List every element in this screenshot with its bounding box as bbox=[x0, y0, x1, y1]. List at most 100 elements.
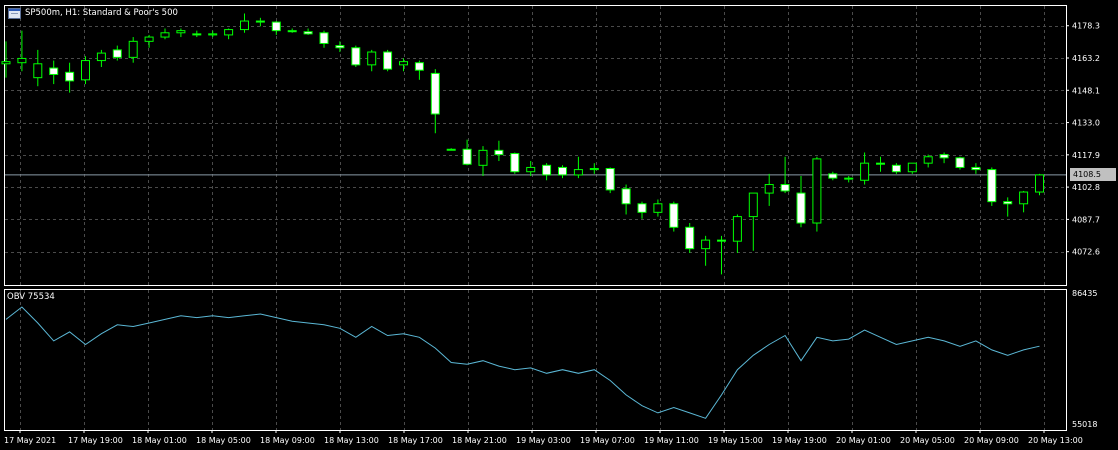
candle-body-bear bbox=[891, 164, 901, 173]
candle-body-bear bbox=[621, 188, 631, 205]
chart-canvas[interactable]: 4178.3 4163.2 4148.1 4133.0 4117.9 4102.8 4087… bbox=[0, 0, 1118, 450]
candle bbox=[224, 28, 234, 40]
candle-body-bear bbox=[955, 157, 965, 168]
time-tick-label: 18 May 17:00 bbox=[388, 436, 443, 445]
chart-grid bbox=[5, 6, 1066, 430]
candle-body-bull bbox=[96, 52, 106, 62]
candle bbox=[526, 161, 536, 176]
candle-body-bear bbox=[414, 62, 424, 71]
time-tick-label: 19 May 07:00 bbox=[580, 436, 635, 445]
candle-body-bull bbox=[33, 63, 43, 79]
candle-body-bull bbox=[812, 158, 822, 224]
candle bbox=[17, 30, 27, 72]
candle bbox=[49, 60, 59, 85]
candle bbox=[573, 156, 583, 179]
candlestick-series[interactable] bbox=[1, 13, 1044, 275]
candle-body-bear bbox=[1003, 201, 1013, 205]
time-tick-label: 18 May 21:00 bbox=[452, 436, 507, 445]
time-tick-label: 18 May 01:00 bbox=[132, 436, 187, 445]
candle bbox=[828, 171, 838, 181]
candle-body-bear bbox=[542, 164, 552, 176]
candle bbox=[558, 165, 567, 179]
candle bbox=[399, 58, 408, 72]
time-tick-label: 18 May 09:00 bbox=[260, 436, 315, 445]
candle bbox=[748, 192, 758, 251]
candle-body-bear bbox=[510, 153, 520, 173]
candle bbox=[939, 152, 949, 164]
time-tick-label: 20 May 05:00 bbox=[900, 436, 955, 445]
candle bbox=[891, 163, 901, 174]
candle-body-bull bbox=[589, 168, 599, 171]
candle-body-bull bbox=[748, 192, 758, 218]
candle-body-bull bbox=[399, 61, 408, 66]
obv-axis: 86435 55018 bbox=[1072, 289, 1097, 429]
candle bbox=[971, 163, 981, 174]
candle-body-bear bbox=[939, 154, 949, 159]
candle-body-bull bbox=[1, 61, 11, 65]
candle bbox=[907, 162, 917, 174]
candle bbox=[796, 175, 806, 228]
candle-body-bull bbox=[764, 184, 774, 194]
candle-body-bull bbox=[17, 57, 27, 64]
candle-body-bull bbox=[367, 51, 377, 66]
candle bbox=[701, 235, 711, 266]
obv-indicator-label: OBV 75534 bbox=[7, 292, 55, 302]
candle-body-bear bbox=[255, 20, 265, 23]
candle-body-bull bbox=[701, 239, 711, 250]
candle bbox=[812, 156, 822, 232]
candle-body-bull bbox=[128, 40, 138, 58]
time-tick-label: 18 May 13:00 bbox=[324, 436, 379, 445]
price-tick-label: 4178.3 bbox=[1072, 22, 1100, 31]
candle-body-bear bbox=[971, 166, 981, 171]
obv-series bbox=[5, 306, 1040, 419]
candle-body-bear bbox=[494, 149, 504, 156]
candle-body-bull bbox=[446, 148, 456, 151]
price-tick-label: 4148.1 bbox=[1072, 86, 1100, 95]
candle-body-bear bbox=[717, 239, 726, 242]
candle bbox=[732, 214, 742, 253]
chart-window-icon bbox=[8, 8, 21, 19]
candle bbox=[96, 49, 106, 67]
candle-body-bear bbox=[558, 166, 567, 176]
candle bbox=[81, 56, 90, 85]
candle bbox=[717, 235, 726, 275]
candle-body-bear bbox=[462, 148, 472, 165]
candle bbox=[351, 45, 361, 67]
price-axis: 4178.3 4163.2 4148.1 4133.0 4117.9 4102.8 4087… bbox=[1066, 22, 1100, 257]
candle bbox=[128, 37, 138, 63]
obv-tick-label: 86435 bbox=[1072, 289, 1097, 298]
candle-body-bull bbox=[732, 216, 742, 242]
price-tick-label: 4072.6 bbox=[1072, 248, 1100, 257]
candle-body-bear bbox=[271, 21, 281, 32]
candle bbox=[319, 30, 329, 48]
candle-body-bull bbox=[526, 166, 536, 173]
obv-line bbox=[5, 306, 1040, 419]
chart-frames bbox=[4, 5, 1067, 431]
time-axis: 17 May 2021 17 May 19:00 18 May 01:00 18 Ma… bbox=[4, 430, 1083, 445]
candle-body-bear bbox=[112, 49, 122, 58]
candle bbox=[923, 154, 933, 168]
price-tick-label: 4163.2 bbox=[1072, 54, 1100, 63]
candle bbox=[589, 163, 599, 174]
candle bbox=[65, 62, 75, 93]
candle-body-bear bbox=[637, 203, 647, 213]
candle-body-bull bbox=[240, 20, 249, 31]
candle bbox=[144, 34, 154, 48]
candle-body-bull bbox=[573, 169, 583, 176]
candle-body-bear bbox=[351, 47, 361, 66]
candle-body-bear bbox=[605, 168, 615, 191]
candle-body-bear bbox=[780, 184, 790, 192]
candle bbox=[605, 167, 615, 194]
obv-tick-label: 55018 bbox=[1072, 420, 1097, 429]
candle-body-bear bbox=[828, 173, 838, 179]
price-tick-label: 4133.0 bbox=[1072, 119, 1100, 128]
candle bbox=[335, 41, 345, 53]
time-tick-label: 20 May 01:00 bbox=[836, 436, 891, 445]
candle bbox=[669, 201, 679, 232]
candle bbox=[271, 21, 281, 35]
candle bbox=[462, 139, 472, 166]
candle-body-bull bbox=[844, 177, 854, 180]
candle bbox=[367, 49, 377, 72]
candle bbox=[255, 17, 265, 27]
candle-body-bear bbox=[287, 30, 297, 33]
